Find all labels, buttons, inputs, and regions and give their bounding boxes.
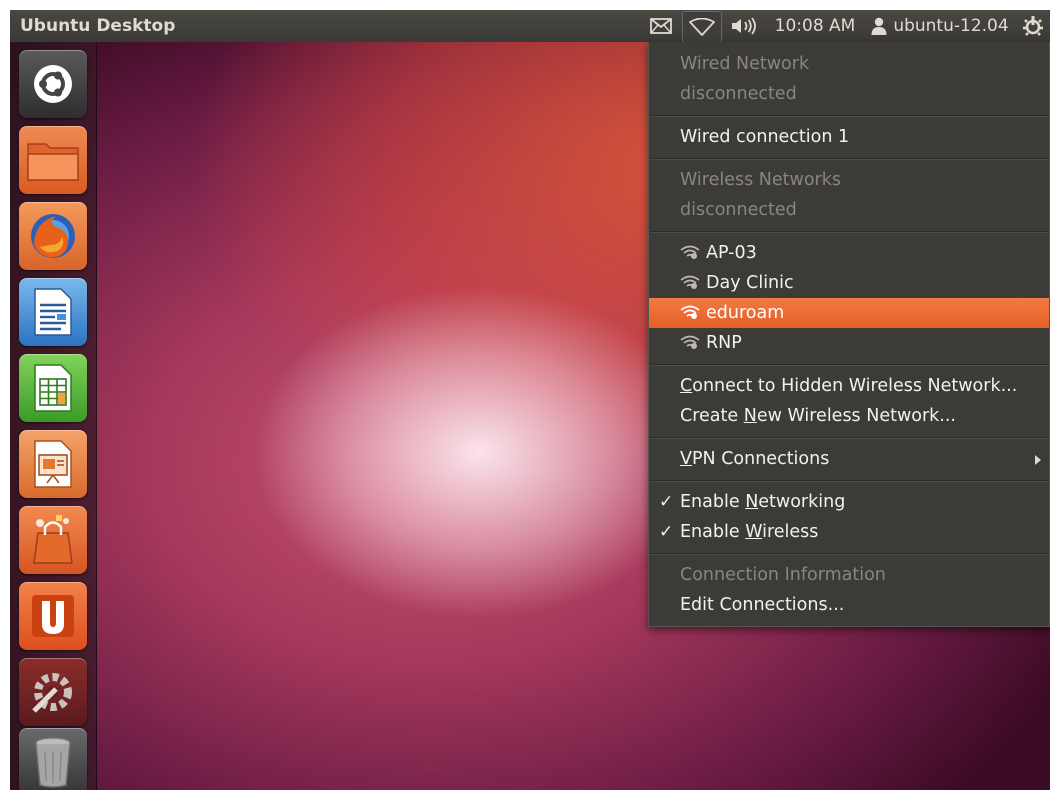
- shopping-bag-icon: [33, 515, 73, 564]
- calc-icon: [34, 364, 72, 412]
- ubuntu-one-icon: [32, 595, 74, 637]
- separator: [650, 231, 1048, 233]
- firefox-icon: [31, 214, 75, 258]
- network-menu: Wired Network disconnected Wired connect…: [648, 42, 1050, 627]
- checkmark-icon: ✓: [659, 492, 674, 512]
- wireless-networks-header: Wireless Networks: [680, 170, 841, 190]
- launcher-firefox[interactable]: [19, 202, 87, 270]
- launcher-libreoffice-writer[interactable]: [19, 278, 87, 346]
- mnemonic: N: [743, 406, 757, 426]
- separator: [650, 437, 1048, 439]
- wireless-networks-status: disconnected: [680, 200, 797, 220]
- mnemonic: V: [680, 449, 692, 469]
- network-name: AP-03: [706, 243, 757, 263]
- separator: [650, 480, 1048, 482]
- user-icon: [871, 17, 887, 35]
- network-name: eduroam: [706, 303, 785, 323]
- launcher: [10, 42, 97, 790]
- enable-networking-item[interactable]: ✓ Enable Networking: [649, 487, 1049, 517]
- label-part: Enable: [680, 492, 746, 512]
- user-menu[interactable]: ubuntu-12.04: [866, 10, 1014, 42]
- network-name: Day Clinic: [706, 273, 794, 293]
- volume-icon[interactable]: [726, 10, 762, 42]
- label-part: PN Connections: [691, 449, 830, 469]
- wired-network-header: Wired Network: [680, 54, 810, 74]
- impress-icon: [34, 440, 72, 488]
- wired-connection-item[interactable]: Wired connection 1: [649, 122, 1049, 152]
- screen: Ubuntu Desktop 10:08 AM ubuntu-12.04 Wir…: [10, 10, 1050, 790]
- submenu-arrow-icon: [1035, 455, 1041, 465]
- writer-icon: [34, 288, 72, 336]
- label-part: ireless: [762, 522, 819, 542]
- wifi-signal-icon: [680, 245, 700, 259]
- wifi-signal-icon: [680, 305, 700, 319]
- wifi-signal-icon: [680, 275, 700, 289]
- launcher-ubuntu-one[interactable]: [19, 582, 87, 650]
- label-part: onnect to Hidden Wireless Network...: [692, 376, 1018, 396]
- wifi-icon[interactable]: [682, 11, 722, 42]
- network-item-rnp[interactable]: RNP: [649, 328, 1049, 358]
- mnemonic: N: [745, 492, 759, 512]
- checkmark-icon: ✓: [659, 522, 674, 542]
- mnemonic: W: [745, 522, 763, 542]
- connect-hidden-network-item[interactable]: Connect to Hidden Wireless Network...: [649, 371, 1049, 401]
- wired-network-status: disconnected: [680, 84, 797, 104]
- ubuntu-logo-icon: [34, 65, 72, 103]
- network-item-day-clinic[interactable]: Day Clinic: [649, 268, 1049, 298]
- wifi-signal-icon: [680, 335, 700, 349]
- network-item-eduroam[interactable]: eduroam: [649, 298, 1049, 328]
- separator: [650, 115, 1048, 117]
- launcher-trash[interactable]: [19, 728, 87, 790]
- trash-icon: [35, 737, 71, 788]
- label-part: ew Wireless Network...: [756, 406, 956, 426]
- network-name: RNP: [706, 333, 742, 353]
- launcher-libreoffice-calc[interactable]: [19, 354, 87, 422]
- clock[interactable]: 10:08 AM: [772, 10, 858, 42]
- label-part: etworking: [758, 492, 846, 512]
- folder-icon: [27, 143, 79, 181]
- label-part: Create: [680, 406, 744, 426]
- separator: [650, 553, 1048, 555]
- mail-icon[interactable]: [646, 10, 676, 42]
- settings-icon: [32, 673, 72, 713]
- user-name: ubuntu-12.04: [893, 16, 1009, 36]
- launcher-libreoffice-impress[interactable]: [19, 430, 87, 498]
- power-icon[interactable]: [1018, 10, 1048, 42]
- launcher-software-center[interactable]: [19, 506, 87, 574]
- launcher-dash-home[interactable]: [19, 50, 87, 118]
- vpn-connections-item[interactable]: VPN Connections: [649, 444, 1049, 474]
- separator: [650, 364, 1048, 366]
- separator: [650, 158, 1048, 160]
- launcher-system-settings[interactable]: [19, 658, 87, 726]
- edit-connections-item[interactable]: Edit Connections...: [649, 590, 1049, 620]
- connection-information-item: Connection Information: [680, 565, 886, 585]
- window-title: Ubuntu Desktop: [20, 16, 176, 36]
- network-item-ap-03[interactable]: AP-03: [649, 238, 1049, 268]
- enable-wireless-item[interactable]: ✓ Enable Wireless: [649, 517, 1049, 547]
- create-new-network-item[interactable]: Create New Wireless Network...: [649, 401, 1049, 431]
- top-panel: Ubuntu Desktop 10:08 AM ubuntu-12.04: [10, 10, 1050, 42]
- mnemonic: C: [680, 376, 693, 396]
- label-part: Enable: [680, 522, 746, 542]
- launcher-home-folder[interactable]: [19, 126, 87, 194]
